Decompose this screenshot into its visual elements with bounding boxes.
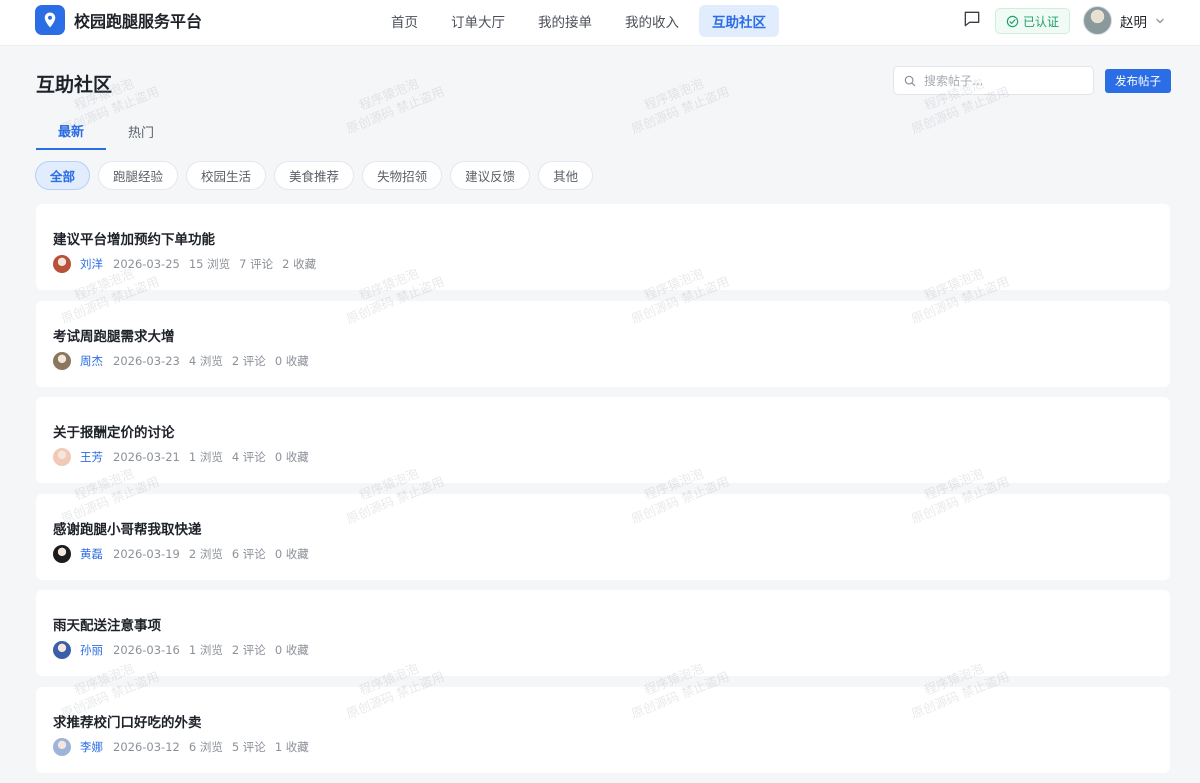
brand[interactable]: 校园跑腿服务平台 xyxy=(35,5,202,35)
category-chip-other[interactable]: 其他 xyxy=(538,161,594,190)
post-card[interactable]: 感谢跑腿小哥帮我取快递 黄磊 2026-03-19 2 浏览 6 评论 0 收藏 xyxy=(36,493,1170,580)
nav-item-home[interactable]: 首页 xyxy=(378,5,431,37)
category-filter: 全部 跑腿经验 校园生活 美食推荐 失物招领 建议反馈 其他 xyxy=(35,161,601,190)
post-views: 15 浏览 xyxy=(188,257,231,271)
post-date: 2026-03-25 xyxy=(113,257,180,271)
post-views: 1 浏览 xyxy=(188,643,223,658)
post-views: 4 浏览 xyxy=(188,353,223,368)
category-chip-food[interactable]: 美食推荐 xyxy=(274,161,355,190)
post-author[interactable]: 孙丽 xyxy=(80,642,103,658)
post-date: 2026-03-12 xyxy=(113,739,180,754)
post-card[interactable]: 关于报酬定价的讨论 王芳 2026-03-21 1 浏览 4 评论 0 收藏 xyxy=(36,397,1170,484)
post-card[interactable]: 雨天配送注意事项 孙丽 2026-03-16 1 浏览 2 评论 0 收藏 xyxy=(36,590,1170,677)
post-meta: 李娜 2026-03-12 6 浏览 5 评论 1 收藏 xyxy=(53,737,318,756)
post-card[interactable]: 建议平台增加预约下单功能 刘洋 2026-03-25 15 浏览 7 评论 2 … xyxy=(36,204,1170,290)
avatar xyxy=(53,351,71,370)
watermark-text: 程序猿泡泡 原创源码 禁止盗用 xyxy=(344,75,447,137)
post-meta: 王芳 2026-03-21 1 浏览 4 评论 0 收藏 xyxy=(53,448,318,467)
post-author[interactable]: 王芳 xyxy=(80,449,103,465)
chat-bubble-icon[interactable] xyxy=(962,9,982,29)
post-list: 建议平台增加预约下单功能 刘洋 2026-03-25 15 浏览 7 评论 2 … xyxy=(36,204,1170,783)
post-favorites: 0 收藏 xyxy=(274,450,309,465)
category-chip-all[interactable]: 全部 xyxy=(35,161,91,190)
post-comments: 7 评论 xyxy=(239,257,274,271)
nav-item-my-income[interactable]: 我的收入 xyxy=(612,5,692,37)
post-date: 2026-03-16 xyxy=(113,643,180,658)
tab-hot[interactable]: 热门 xyxy=(106,112,176,150)
post-views: 2 浏览 xyxy=(188,546,223,561)
post-views: 6 浏览 xyxy=(188,739,223,754)
category-chip-feedback[interactable]: 建议反馈 xyxy=(450,161,531,190)
post-meta: 周杰 2026-03-23 4 浏览 2 评论 0 收藏 xyxy=(53,351,318,370)
post-comments: 5 评论 xyxy=(231,739,266,754)
post-comments: 4 评论 xyxy=(231,450,266,465)
post-title[interactable]: 感谢跑腿小哥帮我取快递 xyxy=(53,518,202,538)
post-card[interactable]: 考试周跑腿需求大增 周杰 2026-03-23 4 浏览 2 评论 0 收藏 xyxy=(36,300,1170,387)
post-date: 2026-03-19 xyxy=(113,546,180,561)
post-card[interactable]: 求推荐校门口好吃的外卖 李娜 2026-03-12 6 浏览 5 评论 1 收藏 xyxy=(36,686,1170,773)
post-meta: 刘洋 2026-03-25 15 浏览 7 评论 2 收藏 xyxy=(53,255,325,273)
post-views: 1 浏览 xyxy=(188,450,223,465)
main-nav: 首页 订单大厅 我的接单 我的收入 互助社区 xyxy=(378,5,786,37)
post-meta: 黄磊 2026-03-19 2 浏览 6 评论 0 收藏 xyxy=(53,544,318,563)
post-date: 2026-03-23 xyxy=(113,353,180,368)
post-date: 2026-03-21 xyxy=(113,450,180,465)
post-comments: 2 评论 xyxy=(231,353,266,368)
post-favorites: 0 收藏 xyxy=(274,643,309,658)
post-title[interactable]: 考试周跑腿需求大增 xyxy=(53,325,175,345)
category-chip-errand-experience[interactable]: 跑腿经验 xyxy=(98,161,179,190)
page-title: 互助社区 xyxy=(36,74,113,96)
post-author[interactable]: 李娜 xyxy=(80,739,103,755)
post-favorites: 0 收藏 xyxy=(274,353,309,368)
post-title[interactable]: 关于报酬定价的讨论 xyxy=(53,421,175,441)
avatar xyxy=(53,255,71,273)
post-author[interactable]: 周杰 xyxy=(80,353,103,369)
watermark-text: 程序猿泡泡 原创源码 禁止盗用 xyxy=(629,75,732,137)
post-title[interactable]: 建议平台增加预约下单功能 xyxy=(53,228,215,248)
avatar xyxy=(53,737,71,756)
avatar xyxy=(53,641,71,660)
verified-label: 已认证 xyxy=(1023,14,1060,29)
post-author[interactable]: 刘洋 xyxy=(80,256,103,272)
sort-tabs: 最新 热门 xyxy=(36,112,176,150)
avatar xyxy=(53,544,71,563)
search-icon xyxy=(904,75,916,86)
nav-item-community[interactable]: 互助社区 xyxy=(699,5,779,37)
brand-name: 校园跑腿服务平台 xyxy=(74,12,203,31)
category-chip-campus-life[interactable]: 校园生活 xyxy=(186,161,267,190)
avatar xyxy=(53,448,71,467)
post-comments: 6 评论 xyxy=(231,546,266,561)
publish-post-button[interactable]: 发布帖子 xyxy=(1105,69,1171,93)
post-title[interactable]: 求推荐校门口好吃的外卖 xyxy=(53,711,202,731)
post-meta: 孙丽 2026-03-16 1 浏览 2 评论 0 收藏 xyxy=(53,641,318,660)
post-comments: 2 评论 xyxy=(231,643,266,658)
verified-badge: 已认证 xyxy=(995,8,1071,34)
nav-item-my-orders[interactable]: 我的接单 xyxy=(525,5,605,37)
post-title[interactable]: 雨天配送注意事项 xyxy=(53,614,161,634)
search-box[interactable] xyxy=(893,66,1094,95)
nav-item-order-hall[interactable]: 订单大厅 xyxy=(438,5,518,37)
user-menu[interactable]: 赵明 xyxy=(1083,6,1165,35)
post-favorites: 1 收藏 xyxy=(274,739,309,754)
post-author[interactable]: 黄磊 xyxy=(80,546,103,562)
user-name: 赵明 xyxy=(1120,14,1147,31)
avatar xyxy=(1083,6,1112,35)
search-input[interactable] xyxy=(924,73,1084,88)
top-navbar: 校园跑腿服务平台 首页 订单大厅 我的接单 我的收入 互助社区 已认证 赵明 xyxy=(0,0,1200,46)
chevron-down-icon xyxy=(1156,18,1164,23)
check-circle-icon xyxy=(1006,15,1019,27)
post-favorites: 0 收藏 xyxy=(274,546,309,561)
post-favorites: 2 收藏 xyxy=(282,257,317,271)
tab-latest[interactable]: 最新 xyxy=(36,112,106,150)
category-chip-lost-found[interactable]: 失物招领 xyxy=(362,161,443,190)
location-pin-icon xyxy=(35,5,65,35)
